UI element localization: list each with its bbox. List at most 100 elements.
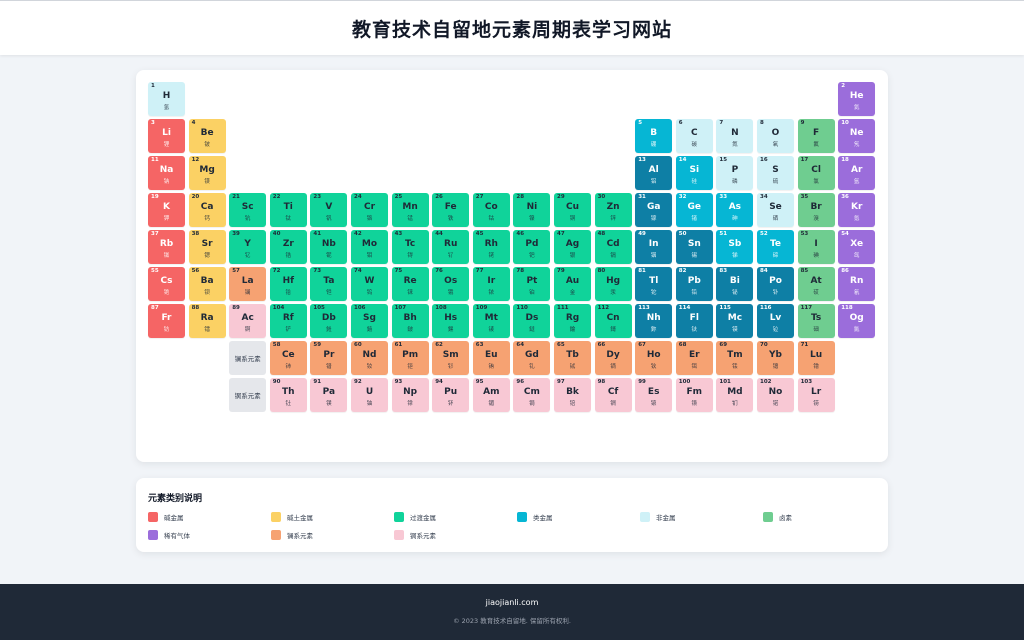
element-na[interactable]: 11 Na 钠: [148, 156, 185, 190]
element-ge[interactable]: 32 Ge 锗: [675, 193, 713, 227]
element-fl[interactable]: 114 Fl 𫓧: [675, 304, 713, 338]
element-po[interactable]: 84 Po 钋: [757, 267, 794, 301]
element-er[interactable]: 68 Er 铒: [675, 341, 713, 375]
element-mt[interactable]: 109 Mt 鿏: [472, 304, 510, 338]
element-ce[interactable]: 58 Ce 铈: [269, 341, 307, 375]
element-au[interactable]: 79 Au 金: [554, 267, 591, 301]
element-ti[interactable]: 22 Ti 钛: [269, 193, 307, 227]
element-v[interactable]: 23 V 钒: [310, 193, 348, 227]
element-ds[interactable]: 110 Ds 鐽: [513, 304, 551, 338]
element-gd[interactable]: 64 Gd 钆: [513, 341, 551, 375]
element-mn[interactable]: 25 Mn 锰: [391, 193, 429, 227]
element-br[interactable]: 35 Br 溴: [797, 193, 835, 227]
element-no[interactable]: 102 No 锘: [757, 378, 794, 412]
element-fr[interactable]: 87 Fr 钫: [148, 304, 185, 338]
element-fe[interactable]: 26 Fe 铁: [432, 193, 470, 227]
element-hf[interactable]: 72 Hf 铪: [269, 267, 307, 301]
element-ta[interactable]: 73 Ta 钽: [310, 267, 348, 301]
element-mo[interactable]: 42 Mo 钼: [351, 230, 388, 264]
element-dy[interactable]: 66 Dy 镝: [594, 341, 632, 375]
element-b[interactable]: 5 B硼: [635, 119, 673, 153]
element-cn[interactable]: 112 Cn 鎶: [594, 304, 632, 338]
element-ru[interactable]: 44 Ru 钌: [432, 230, 470, 264]
element-cl[interactable]: 17 Cl 氯: [797, 156, 835, 190]
element-eu[interactable]: 63 Eu 铕: [472, 341, 510, 375]
element-cr[interactable]: 24 Cr 铬: [351, 193, 388, 227]
element-k[interactable]: 19 K 钾: [148, 193, 185, 227]
element-cs[interactable]: 55 Cs 铯: [148, 267, 185, 301]
element-ar[interactable]: 18 Ar 氩: [838, 156, 876, 190]
element-db[interactable]: 105 Db 𨧀: [310, 304, 348, 338]
element-os[interactable]: 76 Os 锇: [432, 267, 470, 301]
element-h[interactable]: 1 H氢: [148, 82, 185, 116]
element-rg[interactable]: 111 Rg 錀: [554, 304, 591, 338]
element-bh[interactable]: 107 Bh 𨨏: [391, 304, 429, 338]
element-co[interactable]: 27 Co 钴: [472, 193, 510, 227]
element-kr[interactable]: 36 Kr 氪: [838, 193, 876, 227]
element-xe[interactable]: 54 Xe 氙: [838, 230, 876, 264]
element-tm[interactable]: 69 Tm 铥: [716, 341, 754, 375]
element-ca[interactable]: 20 Ca 钙: [188, 193, 226, 227]
element-zn[interactable]: 30 Zn 锌: [594, 193, 632, 227]
element-se[interactable]: 34 Se 硒: [757, 193, 794, 227]
element-tb[interactable]: 65 Tb 铽: [554, 341, 591, 375]
element-be[interactable]: 4 Be 铍: [188, 119, 226, 153]
element-y[interactable]: 39 Y 钇: [229, 230, 267, 264]
element-p[interactable]: 15 P 磷: [716, 156, 754, 190]
element-ts[interactable]: 117 Ts 鿬: [797, 304, 835, 338]
element-li[interactable]: 3 Li 锂: [148, 119, 185, 153]
element-nb[interactable]: 41 Nb 铌: [310, 230, 348, 264]
element-pa[interactable]: 91 Pa 镤: [310, 378, 348, 412]
element-rb[interactable]: 37 Rb 铷: [148, 230, 185, 264]
element-te[interactable]: 52 Te 碲: [757, 230, 794, 264]
element-la[interactable]: 57 La 镧: [229, 267, 267, 301]
element-lv[interactable]: 116 Lv 𫟷: [757, 304, 794, 338]
element-at[interactable]: 85 At 砹: [797, 267, 835, 301]
element-pb[interactable]: 82 Pb 铅: [675, 267, 713, 301]
element-lr[interactable]: 103 Lr 铹: [797, 378, 835, 412]
element-in[interactable]: 49 In 铟: [635, 230, 673, 264]
element-rn[interactable]: 86 Rn 氡: [838, 267, 876, 301]
element-f[interactable]: 9 F氟: [797, 119, 835, 153]
element-ir[interactable]: 77 Ir 铱: [472, 267, 510, 301]
element-md[interactable]: 101 Md 钔: [716, 378, 754, 412]
element-sm[interactable]: 62 Sm 钐: [432, 341, 470, 375]
element-cu[interactable]: 29 Cu 铜: [554, 193, 591, 227]
footer-site-link[interactable]: jiaojianli.com: [0, 598, 1024, 607]
element-he[interactable]: 2 He 氦: [838, 82, 876, 116]
element-u[interactable]: 92 U 铀: [351, 378, 388, 412]
element-th[interactable]: 90 Th 钍: [269, 378, 307, 412]
element-rf[interactable]: 104 Rf 铲: [269, 304, 307, 338]
element-tl[interactable]: 81 Tl 铊: [635, 267, 673, 301]
element-sb[interactable]: 51 Sb 锑: [716, 230, 754, 264]
element-ba[interactable]: 56 Ba 钡: [188, 267, 226, 301]
element-n[interactable]: 7 N氮: [716, 119, 754, 153]
element-ra[interactable]: 88 Ra 镭: [188, 304, 226, 338]
element-ac[interactable]: 89 Ac 锕: [229, 304, 267, 338]
element-mc[interactable]: 115 Mc 镆: [716, 304, 754, 338]
element-tc[interactable]: 43 Tc 锝: [391, 230, 429, 264]
element-al[interactable]: 13 Al 铝: [635, 156, 673, 190]
element-pm[interactable]: 61 Pm 钷: [391, 341, 429, 375]
element-sr[interactable]: 38 Sr 锶: [188, 230, 226, 264]
element-fm[interactable]: 100 Fm 镄: [675, 378, 713, 412]
element-pt[interactable]: 78 Pt 铂: [513, 267, 551, 301]
element-bi[interactable]: 83 Bi 铋: [716, 267, 754, 301]
element-re[interactable]: 75 Re 铼: [391, 267, 429, 301]
element-rh[interactable]: 45 Rh 铑: [472, 230, 510, 264]
element-i[interactable]: 53 I 碘: [797, 230, 835, 264]
element-hs[interactable]: 108 Hs 𨭆: [432, 304, 470, 338]
element-sn[interactable]: 50 Sn 锡: [675, 230, 713, 264]
element-ne[interactable]: 10 Ne 氖: [838, 119, 876, 153]
element-c[interactable]: 6 C碳: [675, 119, 713, 153]
element-ho[interactable]: 67 Ho 钬: [635, 341, 673, 375]
element-pu[interactable]: 94 Pu 钚: [432, 378, 470, 412]
element-np[interactable]: 93 Np 镎: [391, 378, 429, 412]
element-as[interactable]: 33 As 砷: [716, 193, 754, 227]
element-mg[interactable]: 12 Mg 镁: [188, 156, 226, 190]
element-sc[interactable]: 21 Sc 钪: [229, 193, 267, 227]
element-nd[interactable]: 60 Nd 钕: [351, 341, 388, 375]
element-nh[interactable]: 113 Nh 鉨: [635, 304, 673, 338]
element-hg[interactable]: 80 Hg 汞: [594, 267, 632, 301]
element-am[interactable]: 95 Am 镅: [472, 378, 510, 412]
